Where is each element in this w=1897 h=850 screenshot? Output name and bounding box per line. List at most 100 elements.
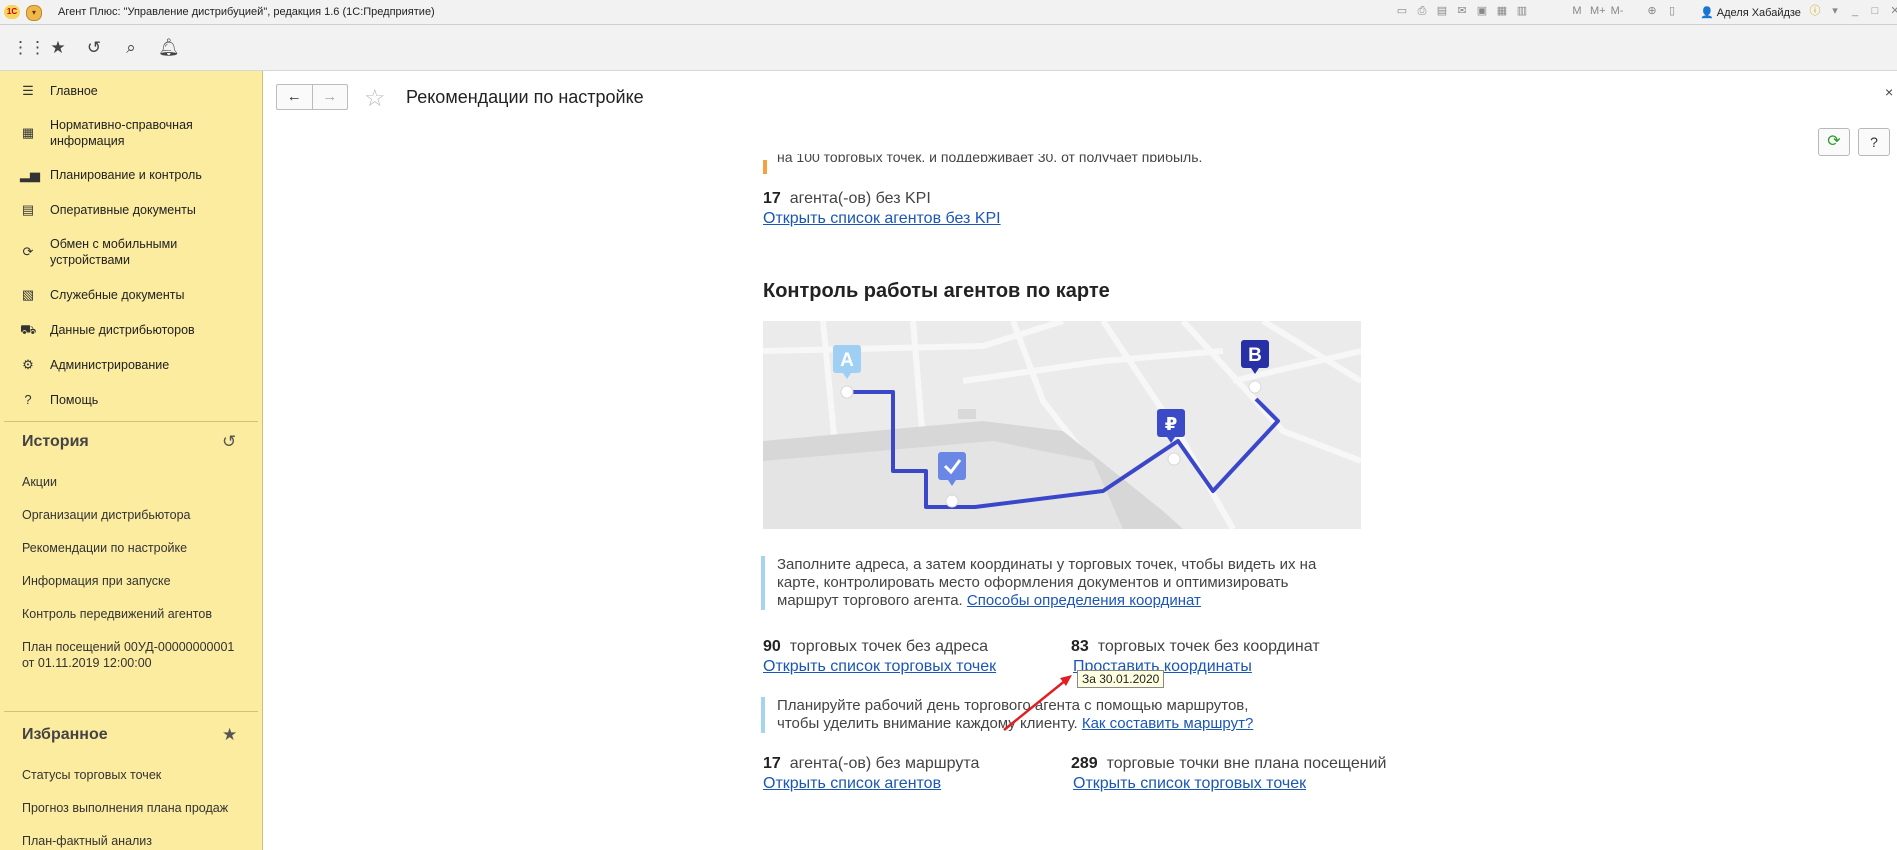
history-item[interactable]: Акции [22,474,252,490]
calculator-icon[interactable]: ▦ [1495,4,1509,18]
sidebar-item-label: Главное [50,84,98,98]
stat-text: торговые точки вне плана посещений [1106,755,1387,772]
history-title: История [22,433,89,450]
sidebar-item-label: Обмен с мобильными устройствами [50,237,178,267]
stat-count: 289 [1071,755,1098,772]
sidebar-item-label: Администрирование [50,358,170,372]
note-marker [763,160,767,174]
truncated-note: на 100 торговых точек, и поддерживает 30… [777,154,1203,162]
save-icon[interactable]: ▭ [1395,4,1409,18]
stat-text: торговых точек без координат [1097,638,1320,655]
bell-icon[interactable]: 🔔︎ [158,38,180,58]
agents-list-link[interactable]: Открыть список агентов [763,775,941,793]
coordinates-methods-link[interactable]: Способы определения координат [967,592,1201,609]
chart-icon: ▂▅ [20,167,40,182]
favorite-item[interactable]: Статусы торговых точек [22,767,252,783]
route-howto-link[interactable]: Как составить маршрут? [1082,715,1253,732]
agents-no-kpi-link[interactable]: Открыть список агентов без KPI [763,210,1001,228]
date-tooltip: За 30.01.2020 [1077,670,1165,688]
sidebar-item-label: Данные дистрибьюторов [50,323,195,337]
favorites-star-icon[interactable]: ★ [222,725,237,745]
points-list-link[interactable]: Открыть список торговых точек [763,658,996,676]
sidebar-item-label: Служебные документы [50,288,185,302]
marker-b-label: B [1248,345,1262,366]
maximize-icon[interactable]: □ [1868,4,1882,18]
favorites-title: Избранное [22,726,108,743]
route-map-illustration: A ₽ B [763,321,1361,529]
gear-icon: ⚙ [22,357,34,372]
stat-text: агента(-ов) без KPI [789,190,931,207]
history-item[interactable]: Рекомендации по настройке [22,540,252,556]
sidebar-item-label: Нормативно-справочная информация [50,118,193,148]
main-menu-button[interactable]: ▾ [26,5,42,21]
sidebar-item-label: Оперативные документы [50,203,196,217]
marker-a-label: A [840,350,854,371]
memory-minus-button[interactable]: M- [1610,4,1624,18]
window-title: Агент Плюс: "Управление дистрибуцией", р… [58,6,435,18]
refresh-button[interactable]: ⟳ [1818,128,1850,156]
docs-icon: ▤ [21,202,35,217]
memory-m-button[interactable]: M [1570,4,1584,18]
favorite-item[interactable]: План-фактный анализ [22,833,252,849]
points-no-address-stat: 90 торговых точек без адреса [763,638,988,656]
stat-count: 83 [1071,638,1089,655]
user-label: Аделя Хабайдзе [1716,7,1801,19]
user-name[interactable]: 👤 Аделя Хабайдзе [1700,6,1801,19]
grid-icon: ▦ [21,125,35,140]
history-icon[interactable]: ↺ [84,38,104,58]
info-icon[interactable]: ⓘ [1808,4,1822,18]
history-item[interactable]: Контроль передвижений агентов [22,606,252,622]
favorite-item[interactable]: Прогноз выполнения плана продаж [22,800,252,816]
apps-grid-icon[interactable]: ⋮⋮ [12,38,46,58]
preview-icon[interactable]: ▤ [1435,4,1449,18]
stat-count: 17 [763,755,781,772]
stat-count: 90 [763,638,781,655]
help-button[interactable]: ? [1858,128,1890,156]
annotation-arrow-icon [1003,675,1072,731]
sidebar-item-label: Планирование и контроль [50,168,202,182]
question-icon: ? [24,392,32,407]
forward-button[interactable]: → [311,85,348,109]
bookmark-star-icon[interactable]: ☆ [364,84,386,113]
print-icon[interactable]: ⎙ [1415,4,1429,18]
titlebar-tools: ▭ ⎙ ▤ ✉ ▣ ▦ ▥ [1395,4,1529,20]
attach-icon[interactable]: ▣ [1475,4,1489,18]
panels-icon[interactable]: ▯ [1665,4,1679,18]
history-item[interactable]: Информация при запуске [22,573,252,589]
window-titlebar: 1С ▾ Агент Плюс: "Управление дистрибуцие… [0,0,1897,25]
distributor-icon: ⛟ [20,322,37,337]
points-no-coords-stat: 83 торговых точек без координат [1071,638,1320,656]
stat-count: 17 [763,190,781,207]
memory-plus-button[interactable]: M+ [1590,4,1606,18]
coordinates-note: Заполните адреса, а затем координаты у т… [761,556,1337,610]
close-icon[interactable]: × [1885,84,1893,100]
sidebar: ☰ Главное ▦ Нормативно-справочная информ… [0,71,263,850]
calendar-icon[interactable]: ▥ [1515,4,1529,18]
sidebar-item-label: Помощь [50,393,99,407]
zoom-icon[interactable]: ⊕ [1645,4,1659,18]
section-toolbar: ⋮⋮ ★ ↺ ⌕ 🔔︎ [0,25,1897,71]
agents-no-route-stat: 17 агента(-ов) без маршрута [763,755,979,773]
page-title: Рекомендации по настройке [406,87,644,107]
favorites-star-icon[interactable]: ★ [48,38,68,58]
search-icon[interactable]: ⌕ [121,38,141,58]
minimize-icon[interactable]: _ [1848,4,1862,18]
stat-text: торговых точек без адреса [789,638,989,655]
divider [4,711,258,712]
window-controls: ⓘ ▾ _ □ ✕ [1808,4,1897,20]
back-button[interactable]: ← [277,85,312,109]
history-icon[interactable]: ↺ [222,432,236,452]
points-out-of-plan-link[interactable]: Открыть список торговых точек [1073,775,1306,793]
close-window-icon[interactable]: ✕ [1888,4,1897,18]
view-tools: ⊕ ▯ [1645,4,1679,20]
memory-buttons: M M+ M- [1570,4,1624,20]
mail-icon[interactable]: ✉ [1455,4,1469,18]
nav-buttons: ← → [276,84,348,110]
history-item[interactable]: План посещений 00УД-00000000001 от 01.11… [22,639,250,671]
dropdown-icon[interactable]: ▾ [1828,4,1842,18]
map-section-title: Контроль работы агентов по карте [763,280,1110,302]
divider [4,421,258,422]
service-docs-icon: ▧ [21,287,35,302]
app-logo: 1С [4,5,20,19]
history-item[interactable]: Организации дистрибьютора [22,507,252,523]
